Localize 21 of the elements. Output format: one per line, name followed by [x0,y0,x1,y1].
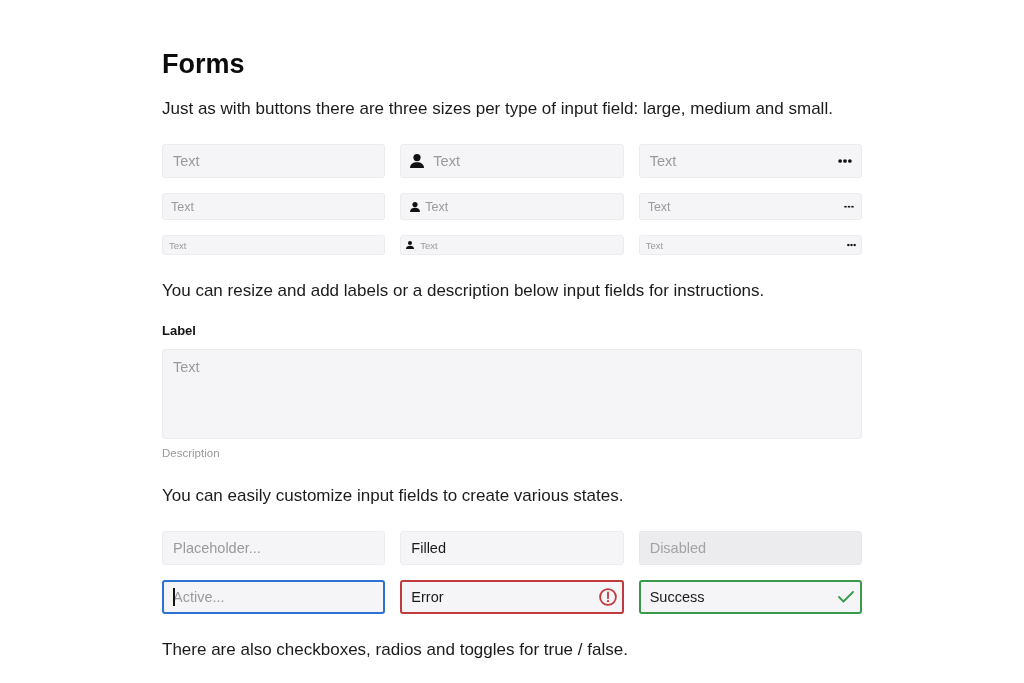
paragraph: There are also checkboxes, radios and toggles for true / false. [162,639,629,661]
input-field[interactable]: Active... [162,580,386,614]
textarea-field[interactable]: Text [162,349,862,439]
input-field[interactable]: Error [400,580,624,614]
user-icon [406,241,415,249]
field-label: Label [162,322,197,340]
check-icon [838,591,854,603]
input-field[interactable]: Filled [400,531,624,565]
text-cursor-icon [173,588,175,606]
paragraph: You can resize and add labels or a description below input fields for instructions. [162,280,766,302]
input-field[interactable]: Success [638,580,862,614]
page-title: Forms [162,48,246,81]
more-icon[interactable] [838,159,852,163]
more-icon[interactable] [847,243,856,247]
paragraph: Just as with buttons there are three sizes per type of input field: large, medium and small. [162,98,834,120]
more-icon[interactable] [844,205,854,208]
error-icon [598,588,617,606]
paragraph: You can easily customize input fields to create various states. [162,485,625,507]
field-description: Description [162,446,221,461]
user-icon [410,154,425,168]
user-icon [410,201,421,212]
